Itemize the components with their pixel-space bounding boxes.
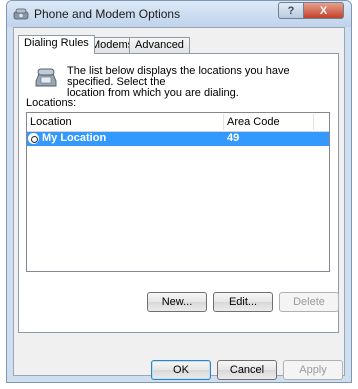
list-header: Location Area Code (27, 113, 329, 132)
location-name: My Location (42, 132, 107, 144)
edit-button[interactable]: Edit... (213, 292, 273, 312)
dialing-rules-panel: The list below displays the locations yo… (18, 53, 339, 333)
apply-button[interactable]: Apply (283, 360, 343, 380)
new-button[interactable]: New... (147, 292, 207, 312)
column-location[interactable]: Location (30, 116, 72, 128)
close-icon: X (319, 4, 328, 17)
column-divider[interactable] (223, 114, 224, 130)
dialog-window: Phone and Modem Options ? X Dialing Rule… (6, 0, 352, 383)
location-area-code: 49 (227, 132, 240, 144)
dialog-client-area: Dialing Rules Modems Advanced The list b… (13, 27, 345, 380)
ok-button[interactable]: OK (151, 360, 211, 380)
delete-button[interactable]: Delete (279, 292, 339, 312)
locations-label: Locations: (26, 97, 77, 109)
help-button[interactable]: ? (278, 2, 304, 19)
window-title: Phone and Modem Options (34, 7, 181, 21)
location-radio-icon (28, 133, 39, 144)
tab-advanced[interactable]: Advanced (129, 37, 190, 53)
tab-dialing-rules[interactable]: Dialing Rules (18, 35, 95, 54)
info-line-1: The list below displays the locations yo… (67, 65, 290, 88)
phone-modem-icon (13, 8, 29, 20)
telephone-icon (35, 68, 57, 87)
close-button[interactable]: X (304, 2, 344, 19)
table-row[interactable]: My Location 49 (27, 132, 329, 146)
locations-list[interactable]: Location Area Code My Location 49 (26, 112, 330, 272)
column-divider[interactable] (313, 114, 314, 130)
info-line-2: location from which you are dialing. (67, 87, 239, 99)
column-area-code[interactable]: Area Code (227, 116, 280, 128)
help-icon: ? (287, 4, 295, 17)
title-bar[interactable]: Phone and Modem Options ? X (7, 1, 351, 27)
title-buttons: ? X (278, 2, 344, 19)
cancel-button[interactable]: Cancel (217, 360, 277, 380)
info-text: The list below displays the locations yo… (67, 66, 337, 99)
